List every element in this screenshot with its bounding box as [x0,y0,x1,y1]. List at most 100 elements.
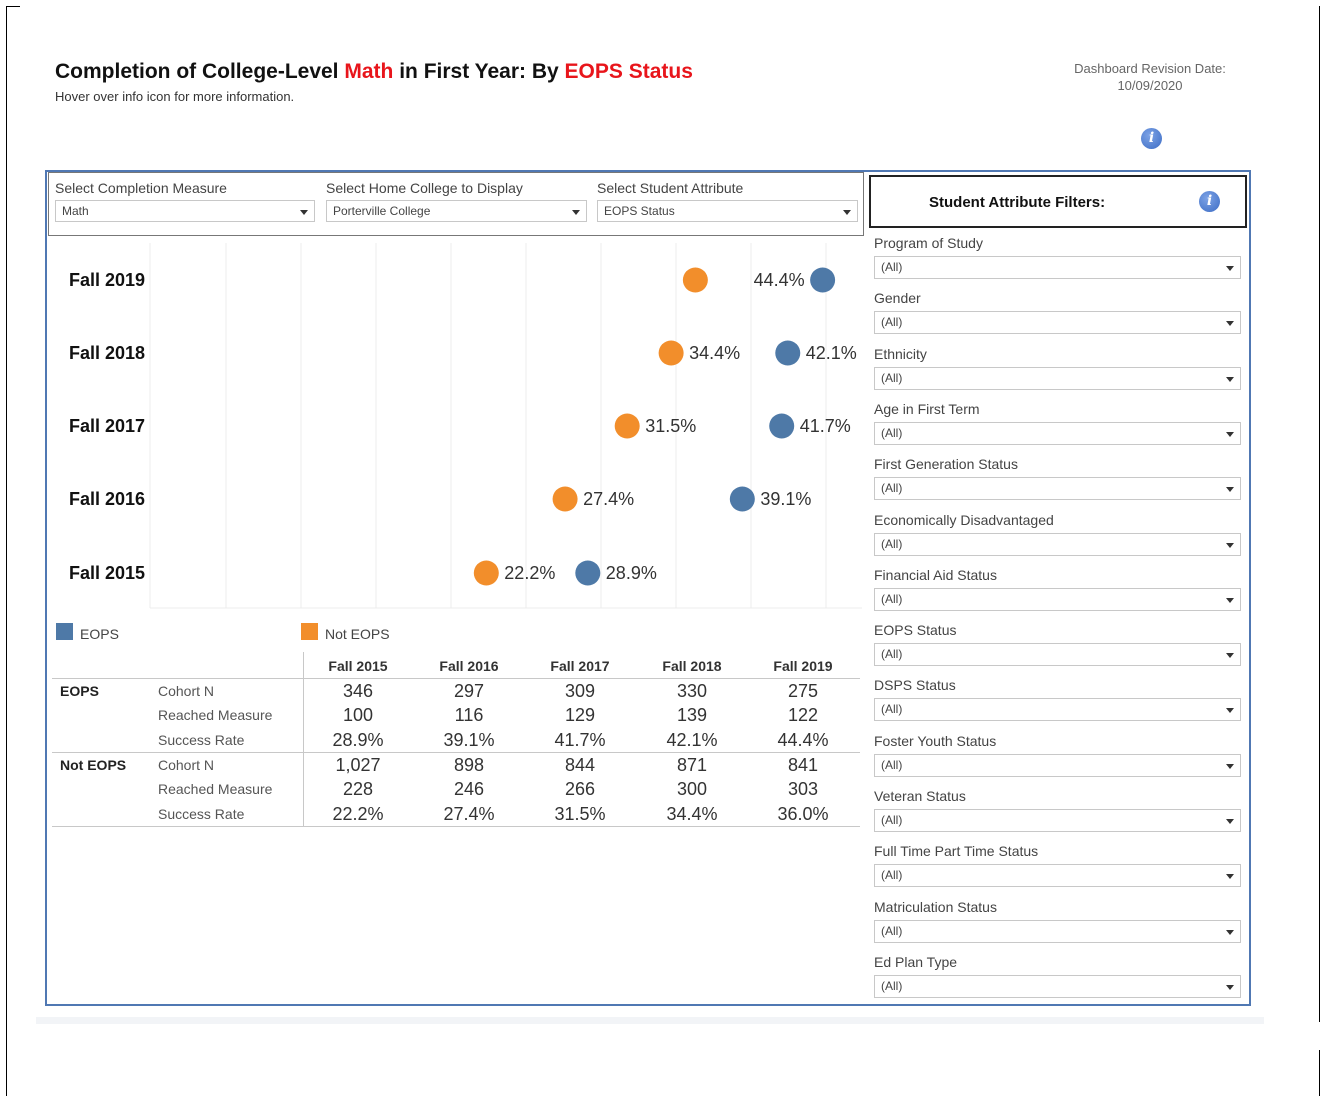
filter-info-icon[interactable]: i [1199,191,1220,212]
table-cell: 122 [787,705,819,725]
filter-dropdown[interactable]: (All) [874,809,1241,832]
filter-dropdown[interactable]: (All) [874,532,1241,556]
revision-date: 10/09/2020 [1117,78,1183,93]
chevron-down-icon [1226,542,1234,548]
student-attribute-label: Select Student Attribute [597,180,744,196]
filter-label: DSPS Status [874,677,956,694]
filter-label: Ethnicity [874,345,927,362]
table-column-header: Fall 2016 [439,658,499,674]
chevron-down-icon [300,210,308,215]
revision-info: Dashboard Revision Date: 10/09/2020 [1050,60,1250,94]
filter-value: (All) [881,260,903,274]
filter-value: (All) [881,868,903,883]
table-row-metric: Success Rate [158,806,245,822]
title-prefix: Completion of College-Level [55,60,345,83]
chevron-down-icon [1226,819,1234,824]
completion-measure-label: Select Completion Measure [55,180,227,196]
frame-border-gap [1310,1022,1322,1050]
table-group-label: EOPS [60,683,99,699]
filter-dropdown[interactable]: (All) [874,643,1241,667]
table-column-header: Fall 2015 [328,658,388,674]
filter-label: Age in First Term [874,400,980,417]
filter-label: EOPS Status [874,622,957,639]
table-divider [52,678,860,679]
info-icon[interactable]: i [1141,128,1162,149]
filter-value: (All) [881,757,903,772]
filter-label: Foster Youth Status [874,732,997,749]
filter-dropdown[interactable]: (All) [874,587,1241,611]
table-cell: 297 [453,681,485,701]
student-attribute-dropdown[interactable]: EOPS Status [597,200,858,222]
table-cell: 346 [342,681,374,701]
table-cell: 303 [787,779,819,799]
home-college-dropdown[interactable]: Porterville College [326,200,587,222]
chevron-down-icon [1226,597,1234,603]
filter-dropdown[interactable]: (All) [874,919,1241,943]
filter-label: Economically Disadvantaged [874,511,1054,528]
table-row-metric: Cohort N [158,757,215,773]
filter-label: Ed Plan Type [874,953,958,970]
filter-label: Veteran Status [874,788,966,804]
table-row-metric: Reached Measure [158,707,273,723]
filter-dropdown[interactable]: (All) [874,864,1241,888]
table-cell: 228 [342,779,374,799]
filter-dropdown[interactable]: (All) [874,256,1241,279]
table-divider [52,752,860,753]
chevron-down-icon [1226,929,1234,935]
legend-label-not-eops: Not EOPS [325,626,390,642]
title-attribute: EOPS Status [564,60,693,83]
page-title: Completion of College-Level Math in Firs… [55,60,693,84]
filter-label: Matriculation Status [874,898,997,915]
filter-dropdown[interactable]: (All) [874,753,1241,777]
filter-dropdown[interactable]: (All) [874,366,1241,390]
table-cell: 100 [342,705,374,725]
filter-label: First Generation Status [874,456,1018,473]
table-group-label: Not EOPS [60,757,127,773]
table-cell: 34.4% [666,804,718,824]
filter-value: (All) [881,591,903,606]
chevron-down-icon [1226,874,1234,880]
table-cell: 871 [676,755,708,775]
table-divider [52,826,860,827]
chevron-down-icon [1226,321,1234,327]
table-cell: 41.7% [554,730,606,750]
filter-value: (All) [881,702,903,717]
filter-dropdown[interactable]: (All) [874,311,1241,335]
filter-dropdown[interactable]: (All) [874,421,1241,445]
table-cell: 129 [564,705,596,725]
filter-dropdown[interactable]: (All) [874,974,1241,998]
title-middle: in First Year: By [393,60,565,83]
student-attribute-value: EOPS Status [604,204,675,218]
filter-label: Financial Aid Status [874,566,997,583]
table-cell: 31.5% [554,804,606,824]
table-cell: 36.0% [777,804,829,824]
table-cell: 22.2% [332,804,384,824]
filter-value: (All) [881,536,903,551]
table-cell: 275 [787,681,819,701]
chevron-down-icon [1226,653,1234,659]
table-cell: 42.1% [666,730,718,750]
filter-value: (All) [881,813,903,827]
table-cell: 1,027 [335,755,381,775]
filter-label: Full Time Part Time Status [874,843,1039,860]
filter-value: (All) [881,923,903,938]
filter-value: (All) [881,425,903,440]
filter-dropdown[interactable]: (All) [874,698,1241,722]
table-row-metric: Cohort N [158,683,215,699]
chevron-down-icon [843,210,851,215]
home-college-value: Porterville College [333,204,431,218]
chevron-down-icon [572,210,580,215]
filter-panel-header: Student Attribute Filters: [869,175,1247,228]
completion-measure-dropdown[interactable]: Math [55,200,315,222]
filter-value: (All) [881,978,903,993]
filter-dropdown[interactable]: (All) [874,477,1241,501]
table-cell: 266 [564,779,596,799]
chevron-down-icon [1226,708,1234,714]
table-cell: 246 [453,779,485,799]
filter-value: (All) [881,481,903,496]
table-cell: 309 [564,681,596,701]
chevron-down-icon [1226,376,1234,382]
legend-label-eops: EOPS [80,626,119,642]
table-cell: 139 [676,705,708,725]
legend-swatch-eops [56,623,73,640]
